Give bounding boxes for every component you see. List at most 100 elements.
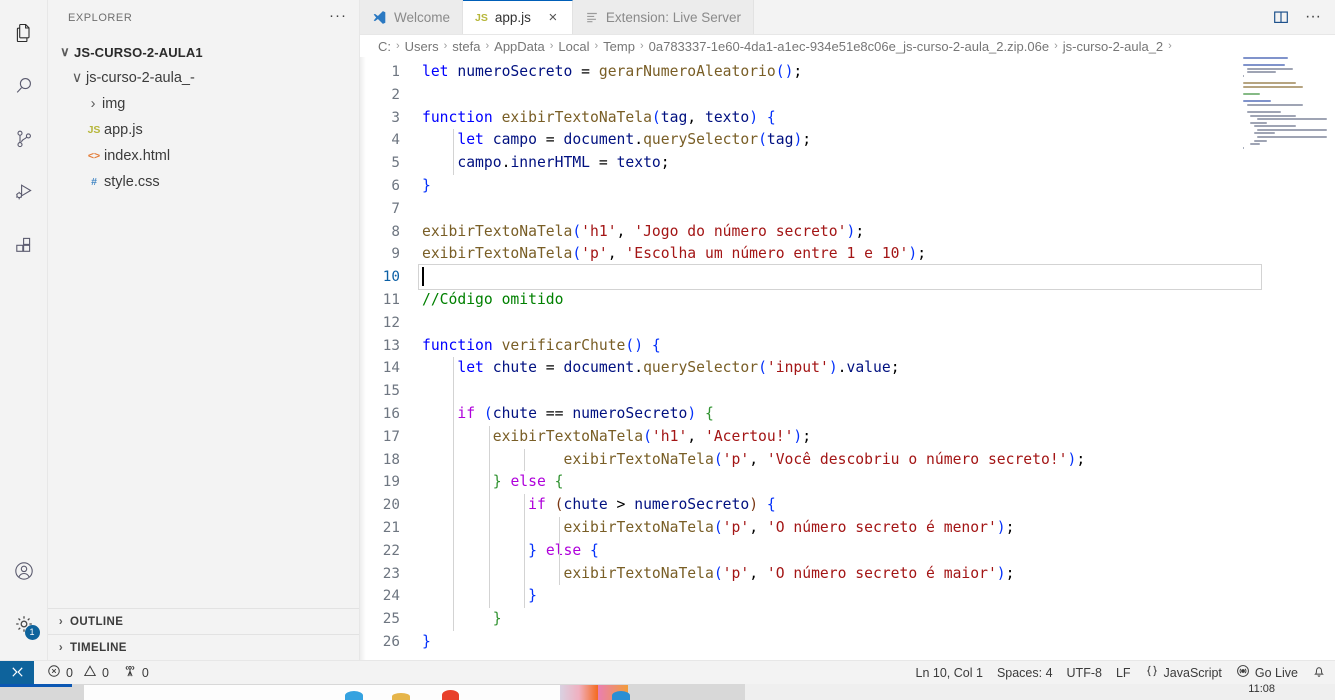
code-text[interactable]: let campo = document.querySelector(tag); <box>422 129 811 152</box>
status-indentation[interactable]: Spaces: 4 <box>990 661 1060 685</box>
tab-app-js[interactable]: JS app.js × <box>463 0 573 34</box>
code-text[interactable]: } <box>422 175 431 198</box>
code-text[interactable]: exibirTextoNaTela('h1', 'Acertou!'); <box>422 426 811 449</box>
tree-item-file-index-html[interactable]: <> index.html <box>48 143 359 169</box>
tree-item-folder-img[interactable]: › img <box>48 91 359 117</box>
code-text[interactable]: if (chute == numeroSecreto) { <box>422 403 713 426</box>
code-text[interactable]: } <box>422 585 537 608</box>
indent-guide <box>523 448 525 472</box>
code-lines[interactable]: 1 let numeroSecreto = gerarNumeroAleatori… <box>360 57 1335 654</box>
code-line[interactable]: 12 <box>360 312 1335 335</box>
code-editor[interactable]: 1 let numeroSecreto = gerarNumeroAleatori… <box>360 57 1335 660</box>
status-eol[interactable]: LF <box>1109 661 1138 685</box>
activity-bar-item-accounts[interactable] <box>0 544 48 597</box>
code-line[interactable]: 20 if (chute > numeroSecreto) { <box>360 494 1335 517</box>
code-line[interactable]: 2 <box>360 84 1335 107</box>
code-text[interactable]: exibirTextoNaTela('p', 'Escolha um númer… <box>422 243 926 266</box>
ellipsis-icon[interactable]: ··· <box>1299 3 1327 31</box>
breadcrumb-item[interactable]: stefa <box>452 39 480 54</box>
code-text[interactable]: exibirTextoNaTela('p', 'O número secreto… <box>422 517 1014 540</box>
code-line[interactable]: 23 exibirTextoNaTela('p', 'O número secr… <box>360 563 1335 586</box>
activity-bar-item-source-control[interactable] <box>0 112 48 165</box>
code-line[interactable]: 11 //Código omitido <box>360 289 1335 312</box>
code-line[interactable]: 4 let campo = document.querySelector(tag… <box>360 129 1335 152</box>
activity-bar-item-manage[interactable]: 1 <box>0 597 48 650</box>
breadcrumb-item[interactable]: Users <box>405 39 439 54</box>
close-icon[interactable]: × <box>546 10 560 25</box>
code-text[interactable]: } <box>422 631 431 654</box>
indent-guide <box>453 357 455 631</box>
code-line[interactable]: 5 campo.innerHTML = texto; <box>360 152 1335 175</box>
code-line[interactable]: 17 exibirTextoNaTela('h1', 'Acertou!'); <box>360 426 1335 449</box>
code-text[interactable]: } else { <box>422 471 564 494</box>
breadcrumb-item[interactable]: Local <box>558 39 589 54</box>
code-text[interactable]: exibirTextoNaTela('p', 'O número secreto… <box>422 563 1014 586</box>
tree-item-file-app-js[interactable]: JS app.js <box>48 117 359 143</box>
code-line[interactable]: 19 } else { <box>360 471 1335 494</box>
activity-bar-item-explorer[interactable] <box>0 6 48 59</box>
breadcrumb-item[interactable]: AppData <box>494 39 545 54</box>
code-line[interactable]: 13 function verificarChute() { <box>360 335 1335 358</box>
status-language-mode[interactable]: JavaScript <box>1138 661 1229 685</box>
tree-item-folder-js-curso[interactable]: ∨ js-curso-2-aula_- <box>48 65 359 91</box>
code-line[interactable]: 8 exibirTextoNaTela('h1', 'Jogo do número… <box>360 221 1335 244</box>
code-line[interactable]: 26} <box>360 631 1335 654</box>
code-text[interactable]: exibirTextoNaTela('p', 'Você descobriu o… <box>422 449 1085 472</box>
code-text[interactable]: let numeroSecreto = gerarNumeroAleatorio… <box>422 61 802 84</box>
tab-welcome[interactable]: Welcome <box>360 0 464 34</box>
code-text[interactable]: if (chute > numeroSecreto) { <box>422 494 776 517</box>
remote-window-icon[interactable] <box>0 660 34 685</box>
code-text[interactable]: let chute = document.querySelector('inpu… <box>422 357 899 380</box>
code-line[interactable]: 18 exibirTextoNaTela('p', 'Você descobri… <box>360 449 1335 472</box>
code-line[interactable]: 10 <box>360 264 1335 290</box>
code-line[interactable]: 22 } else { <box>360 540 1335 563</box>
code-line[interactable]: 15 <box>360 380 1335 403</box>
split-editor-icon[interactable] <box>1267 3 1295 31</box>
code-text[interactable]: } <box>422 608 502 631</box>
taskbar-thumb-1[interactable] <box>560 685 598 700</box>
status-encoding[interactable]: UTF-8 <box>1060 661 1109 685</box>
code-line[interactable]: 16 if (chute == numeroSecreto) { <box>360 403 1335 426</box>
status-ports[interactable]: 0 <box>116 661 156 685</box>
activity-bar-item-search[interactable] <box>0 59 48 112</box>
code-line[interactable]: 21 exibirTextoNaTela('p', 'O número secr… <box>360 517 1335 540</box>
code-line[interactable]: 24 } <box>360 585 1335 608</box>
taskbar-icon-record[interactable] <box>442 690 459 700</box>
activity-bar-item-run-and-debug[interactable] <box>0 165 48 218</box>
code-text[interactable]: function verificarChute() { <box>422 335 661 358</box>
search-icon <box>12 74 36 98</box>
status-editor-position[interactable]: Ln 10, Col 1 <box>909 661 990 685</box>
sidebar-panel-outline[interactable]: › OUTLINE <box>48 608 359 634</box>
code-line[interactable]: 1 let numeroSecreto = gerarNumeroAleatori… <box>360 61 1335 84</box>
code-line[interactable]: 6} <box>360 175 1335 198</box>
code-text[interactable]: function exibirTextoNaTela(tag, texto) { <box>422 107 776 130</box>
code-line[interactable]: 3 function exibirTextoNaTela(tag, texto) … <box>360 107 1335 130</box>
breadcrumb-item[interactable]: 0a783337-1e60-4da1-a1ec-934e51e8c06e_js-… <box>649 39 1049 54</box>
code-line[interactable]: 9 exibirTextoNaTela('p', 'Escolha um núme… <box>360 243 1335 266</box>
status-problems[interactable]: 0 0 <box>40 661 116 685</box>
breadcrumb-item[interactable]: Temp <box>603 39 635 54</box>
activity-bar: 1 <box>0 0 48 660</box>
tree-item-file-style-css[interactable]: # style.css <box>48 169 359 195</box>
code-line[interactable]: 25 } <box>360 608 1335 631</box>
tab-extension-live-server[interactable]: Extension: Live Server <box>572 0 754 34</box>
breadcrumb-item[interactable]: js-curso-2-aula_2 <box>1063 39 1163 54</box>
status-notifications[interactable] <box>1305 661 1333 685</box>
sidebar-panel-timeline[interactable]: › TIMELINE <box>48 634 359 660</box>
status-bar-right: Ln 10, Col 1 Spaces: 4 UTF-8 LF JavaScri… <box>909 661 1335 685</box>
code-text[interactable]: campo.innerHTML = texto; <box>422 152 669 175</box>
code-text[interactable]: } else { <box>422 540 599 563</box>
status-go-live[interactable]: Go Live <box>1229 661 1305 685</box>
code-line[interactable]: 7 <box>360 198 1335 221</box>
taskbar-icon-onedrive[interactable] <box>612 691 630 700</box>
code-text[interactable]: //Código omitido <box>422 289 563 312</box>
taskbar-icon-explorer[interactable] <box>392 693 410 700</box>
activity-bar-item-extensions[interactable] <box>0 218 48 271</box>
breadcrumb-item[interactable]: C: <box>378 39 391 54</box>
tree-item-root[interactable]: ∨ JS-CURSO-2-AULA1 <box>48 39 359 65</box>
explorer-more-actions-icon[interactable]: ··· <box>325 7 351 29</box>
code-line[interactable]: 14 let chute = document.querySelector('i… <box>360 357 1335 380</box>
taskbar-icon-chrome[interactable] <box>345 691 363 700</box>
explorer-header: EXPLORER ··· <box>48 0 359 35</box>
code-text[interactable]: exibirTextoNaTela('h1', 'Jogo do número … <box>422 221 864 244</box>
